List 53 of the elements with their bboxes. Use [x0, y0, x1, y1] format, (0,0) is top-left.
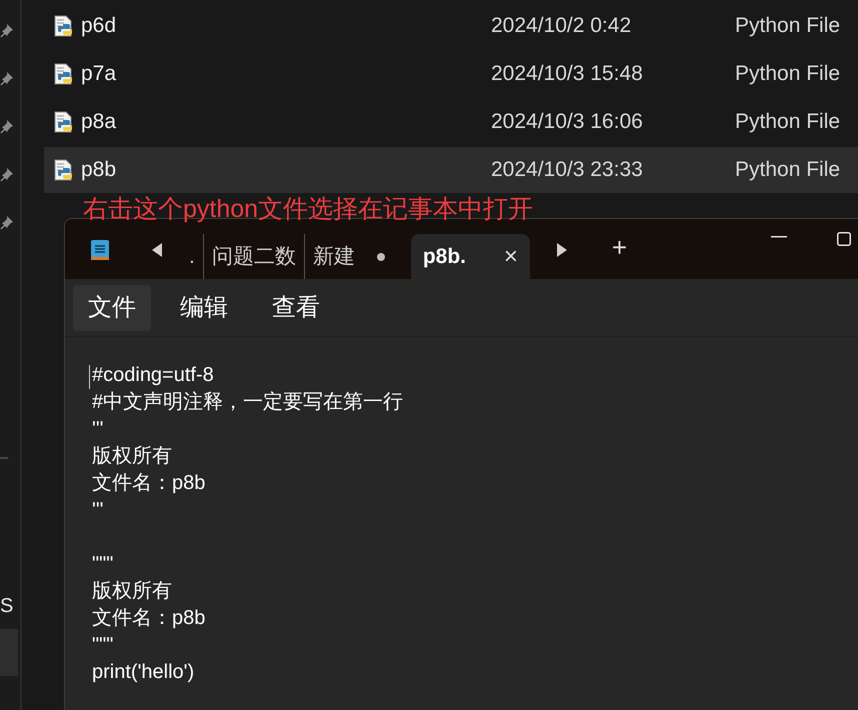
- file-type: Python File: [735, 61, 840, 88]
- menu-item[interactable]: 文件: [73, 284, 151, 330]
- file-type: Python File: [735, 13, 840, 40]
- nav-label: S: [0, 595, 14, 617]
- file-date: 2024/10/3 15:48: [491, 61, 644, 88]
- file-date: 2024/10/3 16:06: [491, 109, 644, 136]
- minimize-icon[interactable]: [771, 236, 787, 238]
- menu-item[interactable]: 查看: [257, 284, 335, 330]
- file-row[interactable]: p6d 2024/10/2 0:42 Python File: [44, 3, 858, 49]
- python-file-icon: [54, 159, 74, 181]
- code-line: 版权所有: [92, 444, 172, 469]
- new-tab-button[interactable]: +: [612, 228, 628, 267]
- file-row[interactable]: p8b 2024/10/3 23:33 Python File: [44, 147, 858, 193]
- file-row[interactable]: p7a 2024/10/3 15:48 Python File: [44, 51, 858, 97]
- pin-icon[interactable]: [0, 215, 14, 229]
- code-line: """: [92, 552, 114, 577]
- file-row[interactable]: p8a 2024/10/3 16:06 Python File: [44, 99, 858, 145]
- maximize-icon[interactable]: [837, 232, 851, 246]
- python-file-icon: [54, 63, 74, 85]
- annotation-text: 右击这个python文件选择在记事本中打开: [83, 196, 534, 222]
- python-file-icon: [54, 15, 74, 37]
- pin-icon[interactable]: [0, 167, 14, 181]
- code-line: """: [92, 633, 114, 658]
- file-name: p7a: [81, 61, 118, 88]
- code-line: 文件名：p8b: [92, 606, 206, 631]
- file-date: 2024/10/3 23:33: [491, 157, 644, 184]
- code-line: #中文声明注释，一定要写在第一行: [92, 390, 404, 415]
- scroll-right-icon[interactable]: [556, 242, 568, 258]
- code-line: #coding=utf-8: [92, 363, 214, 388]
- pin-icon[interactable]: [0, 23, 14, 37]
- tab[interactable]: p8b. ×: [410, 234, 530, 279]
- file-type: Python File: [735, 109, 840, 136]
- file-name: p8a: [81, 109, 118, 136]
- file-name: p6d: [81, 13, 118, 40]
- code-line: 文件名：p8b: [92, 471, 206, 496]
- pin-icon[interactable]: [0, 71, 14, 85]
- python-file-icon: [54, 111, 74, 133]
- notepad-icon: [89, 238, 111, 262]
- file-type: Python File: [735, 157, 840, 184]
- text-cursor: [89, 365, 90, 389]
- file-date: 2024/10/2 0:42: [491, 13, 632, 40]
- menu-item[interactable]: 编辑: [165, 284, 243, 330]
- tab[interactable]: .: [181, 234, 204, 279]
- tab[interactable]: 新建: [304, 234, 393, 279]
- code-line: ''': [92, 417, 104, 442]
- code-line: print('hello'): [92, 660, 194, 685]
- pin-icon[interactable]: [0, 119, 14, 133]
- tab-close-button[interactable]: ×: [504, 238, 518, 274]
- code-line: 版权所有: [92, 579, 172, 604]
- code-line: ''': [92, 498, 104, 523]
- scroll-left-icon[interactable]: [151, 242, 163, 258]
- tab[interactable]: 问题二数: [204, 234, 305, 279]
- file-name: p8b: [81, 157, 118, 184]
